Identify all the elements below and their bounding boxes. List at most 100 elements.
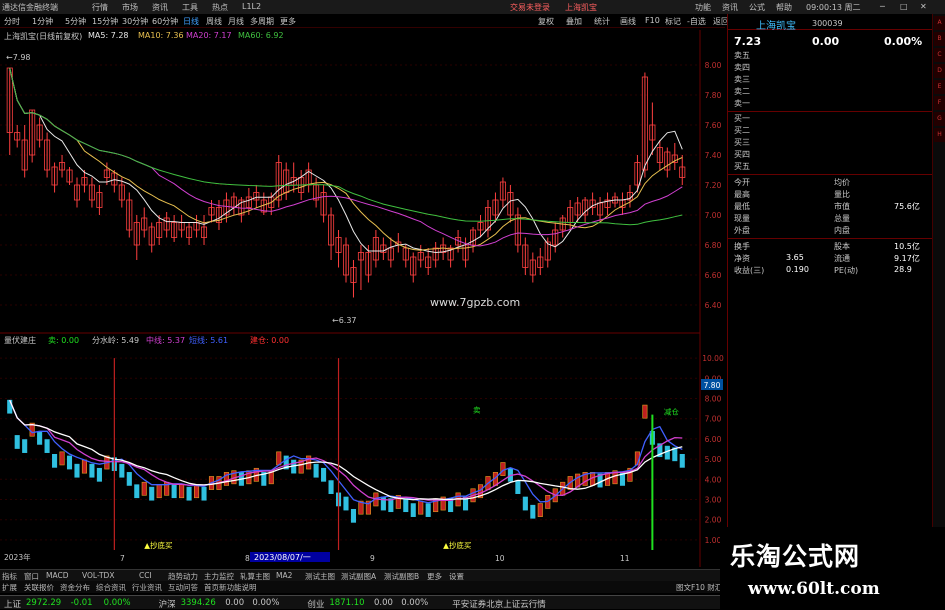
menu-market[interactable]: 行情 (92, 2, 108, 13)
stat-value: 0.190 (786, 265, 809, 274)
tool-draw[interactable]: 画线 (620, 16, 636, 27)
menu-function[interactable]: 功能 (695, 2, 711, 13)
ma-lines (9, 67, 683, 254)
menu-tools[interactable]: 工具 (182, 2, 198, 13)
period-tick[interactable]: 分时 (4, 16, 20, 27)
tool-overlay[interactable]: 叠加 (566, 16, 582, 27)
sidebar-btn[interactable]: E (934, 80, 945, 94)
sidebar-btn[interactable]: F (934, 96, 945, 110)
indicator-bar (141, 481, 147, 496)
tool-mark[interactable]: 标记 (665, 16, 681, 27)
period-month[interactable]: 月线 (228, 16, 244, 27)
quote-panel: 上海凯宝 300039 7.23 0.00 0.00% 卖五 卖四 卖三 卖二 卖一 买一… (727, 14, 932, 569)
indicator-bar (44, 439, 50, 453)
price-axis-label: 6.40 (705, 301, 722, 310)
stat-label: 今开 (734, 178, 750, 187)
ask-row: 卖二 (734, 86, 926, 98)
stat-label: 股本 (834, 242, 850, 251)
sidebar-btn[interactable]: A (934, 16, 945, 30)
sidebar-btn[interactable]: B (934, 32, 945, 46)
period-week[interactable]: 周线 (206, 16, 222, 27)
stat-label: PE(动) (834, 266, 859, 275)
period-day[interactable]: 日线 (183, 16, 199, 27)
sidebar-btn[interactable]: H (934, 128, 945, 142)
bid-row: 买四 (734, 149, 926, 161)
stat-label: 均价 (834, 178, 850, 187)
menu-l1l2[interactable]: L1L2 (242, 2, 261, 11)
price-axis-label: 8.00 (705, 61, 722, 70)
ask-row: 卖三 (734, 74, 926, 86)
extension-tabs: 扩展 关联报价 资金分布 综合资讯 行业资讯 互动问答 首页新功能说明 (0, 581, 720, 593)
menu-hot[interactable]: 热点 (212, 2, 228, 13)
app-title: 通达信金融终端 (2, 3, 58, 12)
minimize-button[interactable]: ─ (880, 2, 885, 11)
period-more[interactable]: 更多 (280, 16, 296, 27)
title-bar: 通达信金融终端 行情 市场 资讯 工具 热点 L1L2 交易未登录 上海凯宝 功… (0, 0, 945, 14)
menu-news[interactable]: 资讯 (152, 2, 168, 13)
indicator-bar (664, 445, 670, 460)
tab-item[interactable]: 行业资讯 (132, 582, 162, 593)
indicator-mark: 7.80 (704, 381, 721, 390)
status-item: 1871.10 (329, 598, 365, 608)
indicator-bar (194, 484, 200, 499)
indicator-duan: 短线: 5.61 (189, 336, 229, 345)
indicator-bar (179, 484, 185, 499)
price-axis-label: 7.80 (705, 91, 722, 100)
menu-info[interactable]: 资讯 (722, 2, 738, 13)
indicator-sig: 卖: 0.00 (48, 336, 80, 345)
tool-watchlist[interactable]: -自选 (687, 16, 706, 27)
axis-labels: 8.00 7.80 7.60 7.40 7.20 7.00 6.80 6.60 6.40 10.0… (701, 61, 724, 545)
period-1m[interactable]: 1分钟 (32, 16, 53, 27)
indicator-bar (96, 467, 102, 482)
indicator-axis-label: 10.00 (702, 354, 724, 363)
ask-label: 卖四 (734, 63, 750, 72)
current-stock-title: 上海凯宝 (565, 3, 597, 12)
sidebar-btn[interactable]: D (934, 64, 945, 78)
menu-help[interactable]: 帮助 (776, 2, 792, 13)
indicator-axis-label: 6.00 (705, 435, 722, 444)
tab-item[interactable]: 扩展 (2, 582, 17, 593)
tab-item[interactable]: 关联报价 (24, 582, 54, 593)
watermark-box: 乐淘公式网 www.60lt.com (720, 527, 945, 609)
tab-item[interactable]: MACD (46, 571, 68, 580)
tab-item[interactable]: VOL-TDX (82, 571, 114, 580)
tab-item[interactable]: 资金分布 (60, 582, 90, 593)
date-cursor: 2023/08/07/一 (254, 553, 311, 562)
indicator-bar (119, 463, 125, 478)
indicator-bar (59, 451, 65, 466)
tool-stats[interactable]: 统计 (594, 16, 610, 27)
period-15m[interactable]: 15分钟 (92, 16, 118, 27)
low-mark: ←6.37 (332, 316, 357, 325)
menu-formula[interactable]: 公式 (749, 2, 765, 13)
stock-label: 上海凯宝(日线前复权) (4, 32, 83, 41)
tool-fuquan[interactable]: 复权 (538, 16, 554, 27)
stats-row: 收益(三) 0.190 PE(动) 28.9 (734, 265, 926, 277)
close-button[interactable]: ✕ (920, 2, 927, 11)
indicator-buy-label: ▲抄底买 (443, 540, 472, 550)
stat-label: 最低 (734, 202, 750, 211)
trade-status[interactable]: 交易未登录 (510, 2, 550, 13)
tab-item[interactable]: 综合资讯 (96, 582, 126, 593)
sidebar-btn[interactable]: C (934, 48, 945, 62)
period-multi[interactable]: 多周期 (250, 16, 274, 27)
maximize-button[interactable]: □ (900, 2, 908, 11)
indicator-bar (403, 498, 409, 513)
tab-item[interactable]: CCI (139, 571, 152, 580)
kline-chart[interactable]: ▲抄底买 ▲抄底买 减仓 卖 2023年 7 8 9 10 11 8.00 7.80 7.60 7.40… (0, 30, 725, 567)
time-axis-label: 7 (120, 554, 125, 563)
tab-item[interactable]: 首页新功能说明 (204, 582, 257, 593)
period-30m[interactable]: 30分钟 (122, 16, 148, 27)
time-axis-label: 10 (495, 554, 505, 563)
stat-label: 净资 (734, 254, 750, 263)
period-5m[interactable]: 5分钟 (65, 16, 86, 27)
tool-f10[interactable]: F10 (645, 16, 660, 25)
tab-item[interactable]: 互动问答 (168, 582, 198, 593)
period-60m[interactable]: 60分钟 (152, 16, 178, 27)
indicator-fade-label: 减仓 (664, 407, 679, 417)
ask-label: 卖一 (734, 99, 750, 108)
indicator-bar (537, 503, 543, 517)
time-axis-label: 8 (245, 554, 250, 563)
tab-item[interactable]: MA2 (276, 571, 292, 580)
sidebar-btn[interactable]: G (934, 112, 945, 126)
menu-quotes[interactable]: 市场 (122, 2, 138, 13)
